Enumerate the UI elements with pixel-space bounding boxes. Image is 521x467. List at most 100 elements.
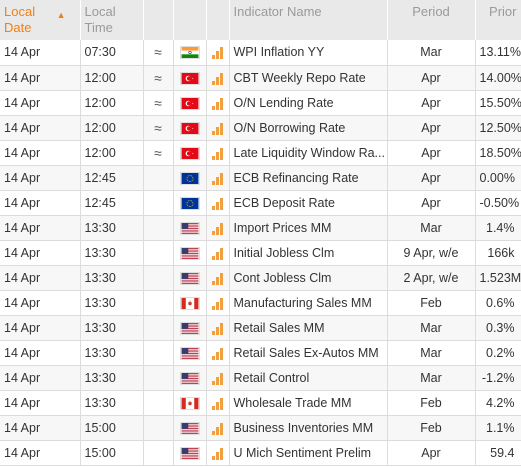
cell-date: 14 Apr [0,140,81,166]
cell-indicator[interactable]: Wholesale Trade MM [229,390,388,416]
cell-indicator[interactable]: Initial Jobless Clm [229,240,388,266]
cell-country [173,265,207,291]
cell-time: 12:45 [80,190,144,216]
table-row[interactable]: 14 Apr 13:30 Retail Sales MM Mar 0.3% [0,315,521,341]
column-header-label: Local Time [84,4,116,35]
cell-indicator[interactable]: Late Liquidity Window Ra... [229,140,388,166]
table-row[interactable]: 14 Apr 12:00 ≈ O/N Borrowing Rate Apr 12.50% [0,115,521,141]
cell-approx [143,165,174,191]
cell-period: Mar [387,40,476,66]
table-row[interactable]: 14 Apr 12:45 ECB Refinancing Rate Apr 0.00% [0,165,521,191]
cell-country [173,140,207,166]
table-row[interactable]: 14 Apr 07:30 ≈ WPI Inflation YY Mar 13.11% [0,40,521,66]
cell-indicator[interactable]: Import Prices MM [229,215,388,241]
table-row[interactable]: 14 Apr 13:30 Import Prices MM Mar 1.4% [0,215,521,241]
cell-prior: 59.4 [475,440,521,466]
cell-indicator[interactable]: Retail Control [229,365,388,391]
cell-date: 14 Apr [0,440,81,466]
cell-date: 14 Apr [0,190,81,216]
cell-indicator[interactable]: ECB Deposit Rate [229,190,388,216]
column-header-local-date[interactable]: ▲ Local Date [0,0,81,40]
cell-indicator[interactable]: Cont Jobless Clm [229,265,388,291]
table-row[interactable]: 14 Apr 13:30 Wholesale Trade MM Feb 4.2% [0,390,521,416]
cell-time: 12:00 [80,115,144,141]
cell-time: 13:30 [80,240,144,266]
column-header-approx [143,0,174,40]
cell-impact [206,90,230,116]
cell-approx [143,390,174,416]
india-flag-icon [179,46,200,60]
cell-country [173,290,207,316]
cell-indicator[interactable]: Business Inventories MM [229,415,388,441]
cell-date: 14 Apr [0,290,81,316]
cell-prior: 18.50% [475,140,521,166]
cell-prior: 0.6% [475,290,521,316]
cell-approx: ≈ [143,65,174,91]
column-header-label: Period [412,4,450,19]
cell-approx [143,315,174,341]
cell-prior: 166k [475,240,521,266]
cell-indicator[interactable]: O/N Lending Rate [229,90,388,116]
cell-prior: 1.1% [475,415,521,441]
cell-country [173,315,207,341]
cell-indicator[interactable]: ECB Refinancing Rate [229,165,388,191]
table-row[interactable]: 14 Apr 13:30 Initial Jobless Clm 9 Apr, w/e… [0,240,521,266]
us-flag-icon [179,246,200,260]
table-row[interactable]: 14 Apr 13:30 Cont Jobless Clm 2 Apr, w/e 1.5… [0,265,521,291]
table-row[interactable]: 14 Apr 12:00 ≈ CBT Weekly Repo Rate Apr 14.00… [0,65,521,91]
cell-approx [143,340,174,366]
table-row[interactable]: 14 Apr 15:00 Business Inventories MM Feb 1.1… [0,415,521,441]
cell-impact [206,115,230,141]
table-row[interactable]: 14 Apr 13:30 Retail Control Mar -1.2% [0,365,521,391]
cell-impact [206,215,230,241]
column-header-indicator[interactable]: Indicator Name [229,0,388,40]
cell-date: 14 Apr [0,415,81,441]
impact-bars-icon [212,247,223,260]
us-flag-icon [179,346,200,360]
cell-prior: 15.50% [475,90,521,116]
impact-bars-icon [212,46,223,60]
column-header-label: Prior [489,4,517,19]
cell-period: Apr [387,90,476,116]
table-row[interactable]: 14 Apr 15:00 U Mich Sentiment Prelim Apr 59.… [0,440,521,466]
cell-time: 13:30 [80,265,144,291]
cell-impact [206,265,230,291]
cell-indicator[interactable]: Retail Sales Ex-Autos MM [229,340,388,366]
cell-approx [143,240,174,266]
cell-indicator[interactable]: WPI Inflation YY [229,40,388,66]
cell-indicator[interactable]: U Mich Sentiment Prelim [229,440,388,466]
table-row[interactable]: 14 Apr 12:00 ≈ O/N Lending Rate Apr 15.50% [0,90,521,116]
cell-date: 14 Apr [0,40,81,66]
cell-impact [206,440,230,466]
cell-date: 14 Apr [0,265,81,291]
cell-date: 14 Apr [0,390,81,416]
cell-prior: 4.2% [475,390,521,416]
cell-impact [206,190,230,216]
cell-time: 15:00 [80,415,144,441]
sort-ascending-icon[interactable]: ▲ [57,7,66,23]
impact-bars-icon [212,322,223,335]
table-row[interactable]: 14 Apr 13:30 Retail Sales Ex-Autos MM Mar 0.… [0,340,521,366]
cell-indicator[interactable]: Retail Sales MM [229,315,388,341]
column-header-impact [206,0,230,40]
cell-date: 14 Apr [0,340,81,366]
table-row[interactable]: 14 Apr 12:00 ≈ Late Liquidity Window Ra... A… [0,140,521,166]
table-header: ▲ Local Date Local Time Indicator Name P… [0,0,521,40]
cell-country [173,165,207,191]
table-row[interactable]: 14 Apr 13:30 Manufacturing Sales MM Feb 0.6% [0,290,521,316]
column-header-prior[interactable]: Prior [475,0,521,40]
impact-bars-icon [212,422,223,435]
cell-impact [206,365,230,391]
us-flag-icon [179,446,200,460]
cell-indicator[interactable]: Manufacturing Sales MM [229,290,388,316]
eu-flag-icon [179,196,200,210]
column-header-period[interactable]: Period [387,0,476,40]
impact-bars-icon [212,147,223,160]
approx-icon: ≈ [154,94,162,111]
column-header-local-time[interactable]: Local Time [80,0,144,40]
cell-date: 14 Apr [0,315,81,341]
cell-indicator[interactable]: CBT Weekly Repo Rate [229,65,388,91]
table-row[interactable]: 14 Apr 12:45 ECB Deposit Rate Apr -0.50% [0,190,521,216]
cell-indicator[interactable]: O/N Borrowing Rate [229,115,388,141]
cell-approx [143,415,174,441]
